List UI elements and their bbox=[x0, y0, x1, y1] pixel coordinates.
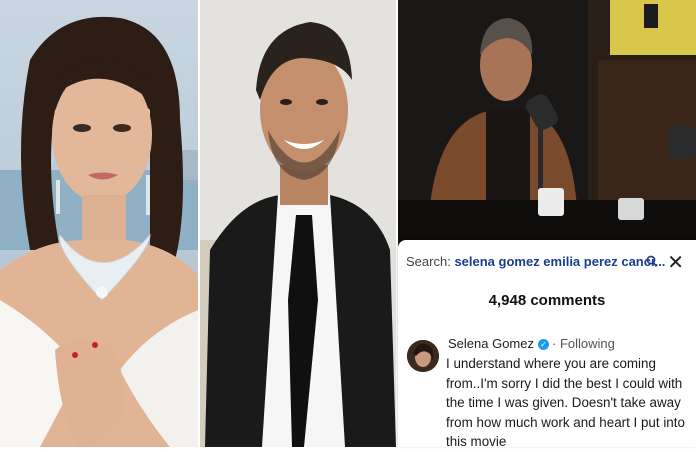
search-icon[interactable] bbox=[646, 255, 658, 269]
search-label: Search: bbox=[406, 254, 451, 269]
comments-panel: Search: selena gomez emilia perez canci.… bbox=[398, 240, 696, 449]
following-label: · Following bbox=[552, 336, 615, 351]
verified-badge-icon: ✓ bbox=[538, 339, 549, 350]
comment-username[interactable]: Selena Gomez bbox=[448, 336, 534, 351]
comment-search-bar[interactable]: Search: selena gomez emilia perez canci.… bbox=[406, 253, 688, 276]
photo-man-in-suit bbox=[200, 0, 396, 447]
comment-header: Selena Gomez ✓ · Following bbox=[448, 336, 615, 351]
comment-count: 4,948 comments bbox=[488, 292, 606, 309]
close-icon[interactable]: ✕ bbox=[667, 253, 684, 273]
search-query[interactable]: selena gomez emilia perez canci... bbox=[454, 254, 665, 269]
photo-woman-portrait bbox=[0, 0, 198, 447]
comment-text: I understand where you are coming from..… bbox=[446, 356, 685, 449]
avatar[interactable] bbox=[407, 340, 439, 372]
